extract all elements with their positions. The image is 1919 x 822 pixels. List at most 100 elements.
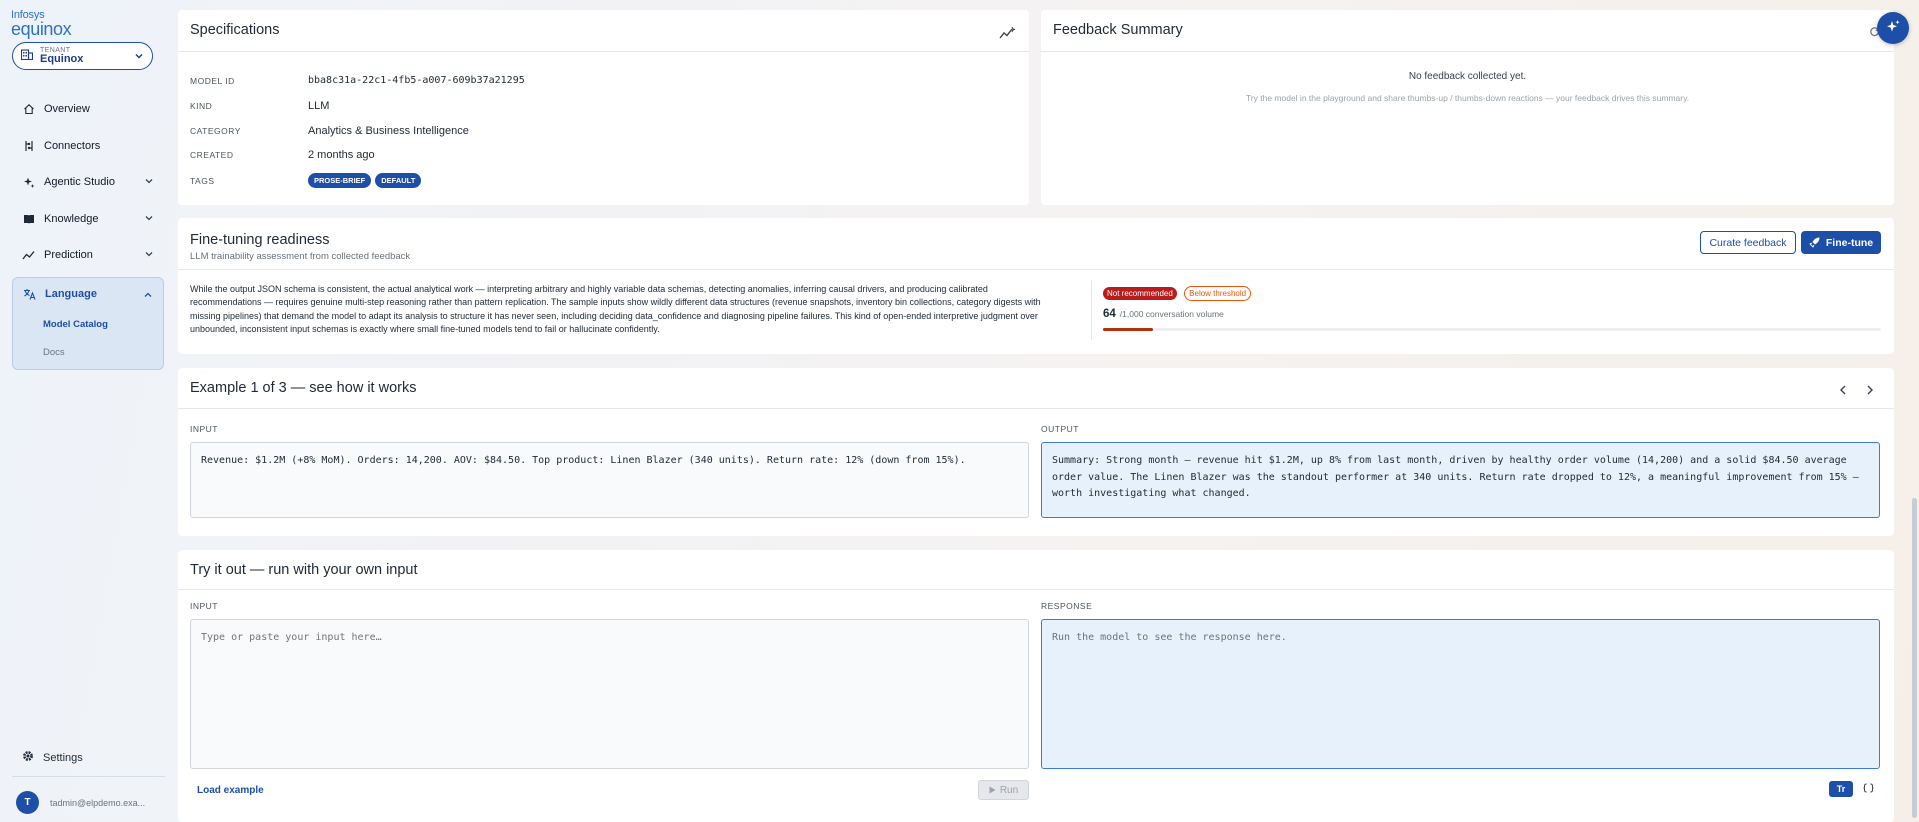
divider (178, 408, 1894, 409)
tryit-response-label: RESPONSE (1041, 601, 1093, 611)
code-view-toggle[interactable] (1858, 781, 1878, 797)
divider (178, 589, 1894, 590)
load-example-link[interactable]: Load example (197, 785, 264, 796)
spec-key: KIND (190, 101, 213, 111)
tryit-input-label: INPUT (190, 601, 218, 611)
avatar: T (16, 791, 39, 814)
chevron-up-icon (143, 290, 153, 303)
main-nav: Overview Connectors Agentic Studio Knowl… (12, 91, 164, 370)
brand-line2: equinox (11, 19, 72, 39)
user-menu[interactable]: T tadmin@elpdemo.exa... (16, 791, 145, 814)
divider (1041, 51, 1894, 52)
nav-item-agentic-studio[interactable]: Agentic Studio (12, 164, 164, 201)
sparkle-icon (1885, 19, 1901, 38)
translate-icon (23, 288, 36, 301)
spec-row-created: CREATED 2 months ago (190, 149, 375, 161)
tenant-selector[interactable]: TENANT Equinox (12, 42, 153, 70)
finetune-subtitle: LLM trainability assessment from collect… (190, 251, 411, 262)
try-it-out-card: Try it out — run with your own input INP… (178, 550, 1894, 822)
not-recommended-badge: Not recommended (1103, 287, 1177, 300)
building-icon (20, 49, 34, 63)
nav-group-language: Language Model Catalog Docs (12, 276, 164, 370)
nav-item-settings[interactable]: Settings (22, 750, 83, 765)
example-input-box: Revenue: $1.2M (+8% MoM). Orders: 14,200… (190, 442, 1029, 518)
nav-item-prediction[interactable]: Prediction (12, 237, 164, 274)
specifications-card: Specifications MODEL ID bba8c31a-22c1-4f… (178, 10, 1029, 205)
brand-logo[interactable]: Infosys equinox (11, 10, 72, 39)
sidebar-divider (12, 776, 165, 777)
braces-icon (1862, 782, 1874, 796)
chevron-down-icon (144, 213, 154, 226)
chevron-down-icon (134, 50, 144, 64)
text-view-toggle[interactable]: Tr (1829, 781, 1853, 797)
tenant-name: Equinox (40, 52, 84, 65)
divider (178, 269, 1894, 270)
feedback-title: Feedback Summary (1053, 22, 1183, 38)
example-output-label: OUTPUT (1041, 424, 1079, 434)
category-value: Analytics & Business Intelligence (308, 125, 469, 137)
curate-feedback-button[interactable]: Curate feedback (1700, 231, 1796, 254)
spec-key: CATEGORY (190, 126, 241, 136)
conversation-count: 64 (1103, 308, 1116, 320)
nav-label-knowledge: Knowledge (44, 212, 99, 225)
previous-example-button[interactable] (1836, 384, 1850, 398)
nav-item-connectors[interactable]: Connectors (12, 128, 164, 165)
spec-row-kind: KIND LLM (190, 100, 329, 112)
sparkle-icon (22, 176, 35, 189)
readiness-badges: Not recommended Below threshold (1103, 285, 1255, 301)
nav-item-knowledge[interactable]: Knowledge (12, 201, 164, 238)
divider (178, 51, 1029, 52)
run-button[interactable]: Run (978, 780, 1029, 800)
book-icon (22, 212, 35, 225)
example-input-label: INPUT (190, 424, 218, 434)
feedback-summary-card: Feedback Summary No feedback collected y… (1041, 10, 1894, 205)
example-card: Example 1 of 3 — see how it works INPUT … (178, 368, 1894, 536)
finetune-button-label: Fine-tune (1825, 236, 1874, 249)
chevron-down-icon (144, 249, 154, 262)
sparkline-icon[interactable] (999, 26, 1016, 43)
volume-progress-fill (1103, 328, 1153, 331)
nav-item-model-catalog[interactable]: Model Catalog (13, 311, 163, 339)
finetune-title: Fine-tuning readiness (190, 232, 330, 248)
nav-item-language[interactable]: Language (13, 278, 163, 311)
vertical-divider (1091, 280, 1092, 340)
chevron-right-icon (1866, 384, 1874, 398)
volume-progress-bar (1103, 328, 1881, 331)
tryit-input-textarea[interactable] (190, 619, 1029, 769)
specifications-title: Specifications (190, 22, 280, 38)
model-id-value[interactable]: bba8c31a-22c1-4fb5-a007-609b37a21295 (308, 75, 525, 86)
conversation-count-suffix: /1,000 conversation volume (1119, 309, 1224, 319)
gear-icon (22, 750, 34, 765)
finetune-button[interactable]: Fine-tune (1801, 231, 1881, 254)
user-email: tadmin@elpdemo.exa... (50, 797, 146, 808)
nav-label-prediction: Prediction (44, 249, 93, 262)
chevron-down-icon (144, 176, 154, 189)
spec-key: TAGS (190, 175, 215, 186)
tag-badge: DEFAULT (375, 173, 422, 188)
tryit-response-box: Run the model to see the response here. (1041, 619, 1880, 769)
spec-key: MODEL ID (190, 75, 235, 86)
nav-item-overview[interactable]: Overview (12, 91, 164, 128)
chevron-left-icon (1839, 384, 1847, 398)
nav-label-settings: Settings (43, 751, 83, 764)
nav-label-language: Language (45, 288, 97, 300)
assistant-button[interactable] (1877, 12, 1909, 44)
page-scrollbar[interactable] (1912, 498, 1917, 818)
next-example-button[interactable] (1863, 384, 1877, 398)
home-icon (22, 103, 35, 116)
play-icon (989, 786, 996, 794)
tag-badge: PROSE-BRIEF (308, 173, 372, 188)
tryit-title: Try it out — run with your own input (190, 562, 418, 578)
feedback-hint-text: Try the model in the playground and shar… (1245, 93, 1690, 103)
conversation-volume: 64 /1,000 conversation volume (1103, 308, 1224, 320)
nav-label-agentic-studio: Agentic Studio (44, 176, 115, 189)
example-output-box: Summary: Strong month — revenue hit $1.2… (1041, 442, 1880, 518)
finetune-readiness-card: Fine-tuning readiness LLM trainability a… (178, 218, 1894, 354)
kind-value: LLM (308, 100, 330, 112)
finetune-description: While the output JSON schema is consiste… (190, 284, 1041, 334)
nav-item-docs[interactable]: Docs (13, 339, 163, 367)
nav-label-connectors: Connectors (44, 139, 101, 152)
example-title: Example 1 of 3 — see how it works (190, 380, 417, 396)
spec-row-tags: TAGS PROSE-BRIEF DEFAULT (190, 173, 425, 188)
below-threshold-badge: Below threshold (1184, 286, 1252, 301)
